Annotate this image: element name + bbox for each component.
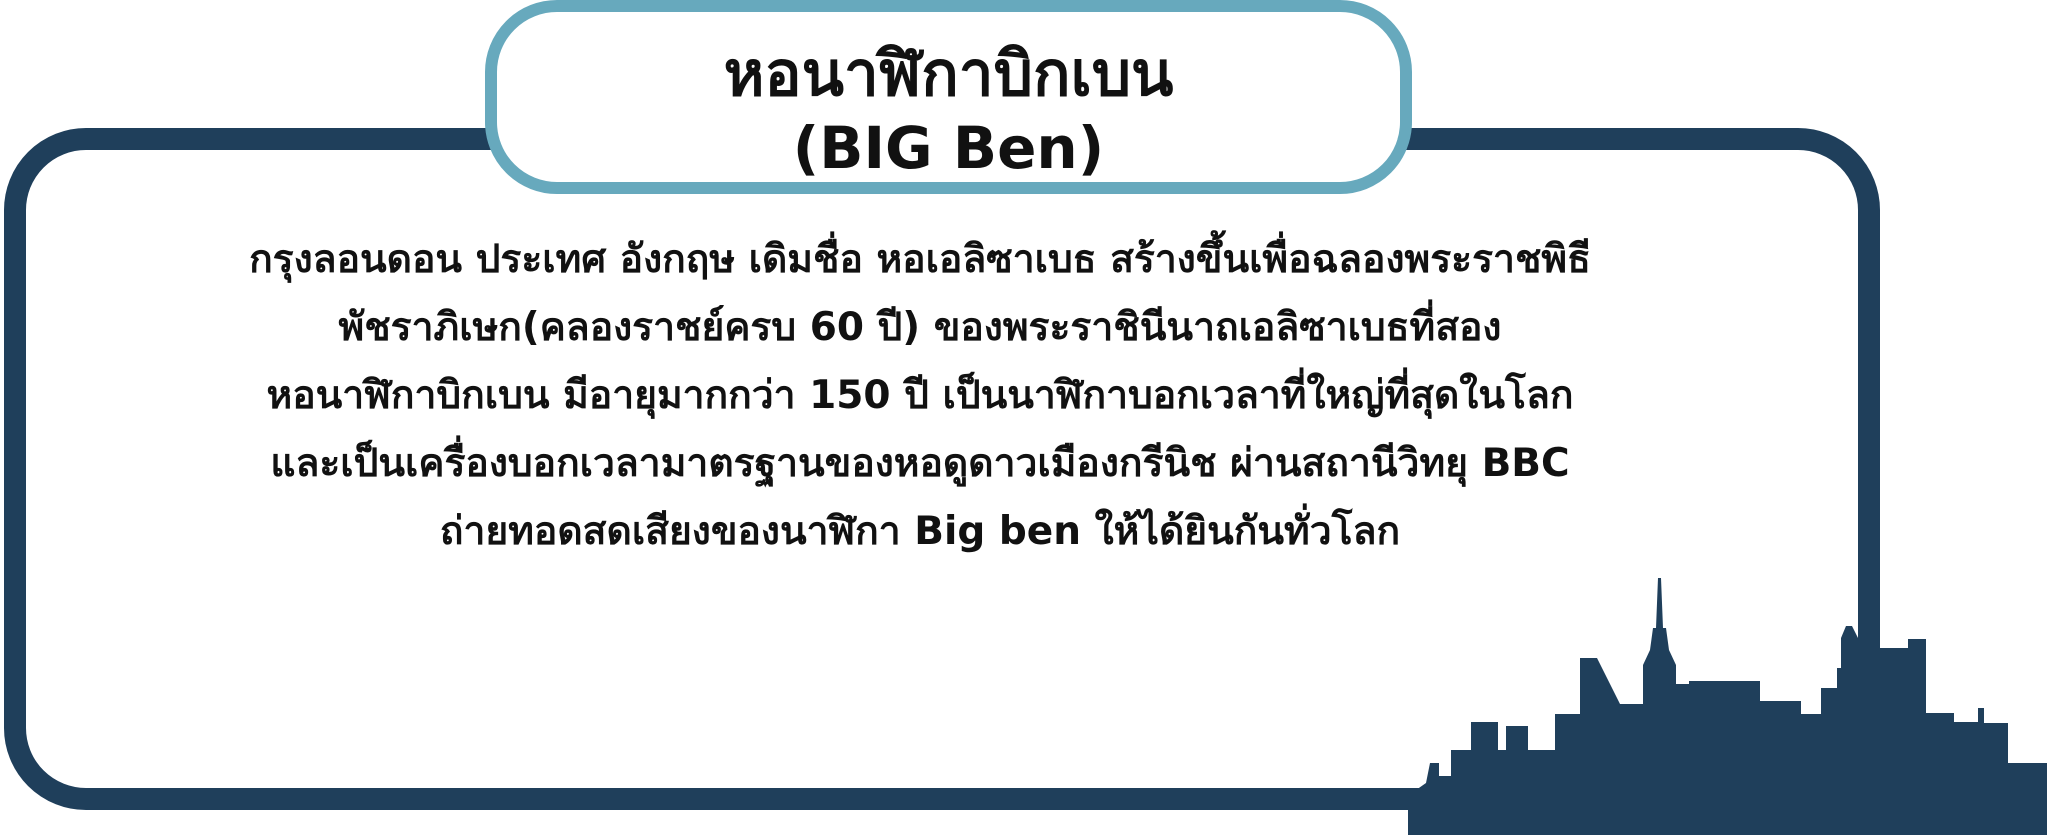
page-subtitle: (BIG Ben) (792, 114, 1105, 182)
description-line-3: หอนาฬิกาบิกเบน มีอายุมากกว่า 150 ปี เป็น… (266, 373, 1574, 418)
description-line-1: กรุงลอนดอน ประเทศ อังกฤษ เดิมชื่อ หอเอลิ… (249, 237, 1591, 282)
description-line-2: พัชราภิเษก(คลองราชย์ครบ 60 ปี) ของพระราช… (338, 305, 1502, 350)
page-title: หอนาฬิกาบิกเบน (723, 37, 1174, 110)
description-text: กรุงลอนดอน ประเทศ อังกฤษ เดิมชื่อ หอเอลิ… (70, 226, 1770, 566)
description-line-4: และเป็นเครื่องบอกเวลามาตรฐานของหอดูดาวเม… (270, 441, 1570, 486)
info-poster: หอนาฬิกาบิกเบน (BIG Ben) กรุงลอนดอน ประเ… (0, 0, 2047, 835)
city-skyline-icon (1408, 578, 2047, 835)
title-box: หอนาฬิกาบิกเบน (BIG Ben) (485, 0, 1412, 194)
description-line-5: ถ่ายทอดสดเสียงของนาฬิกา Big ben ให้ได้ยิ… (439, 509, 1401, 554)
